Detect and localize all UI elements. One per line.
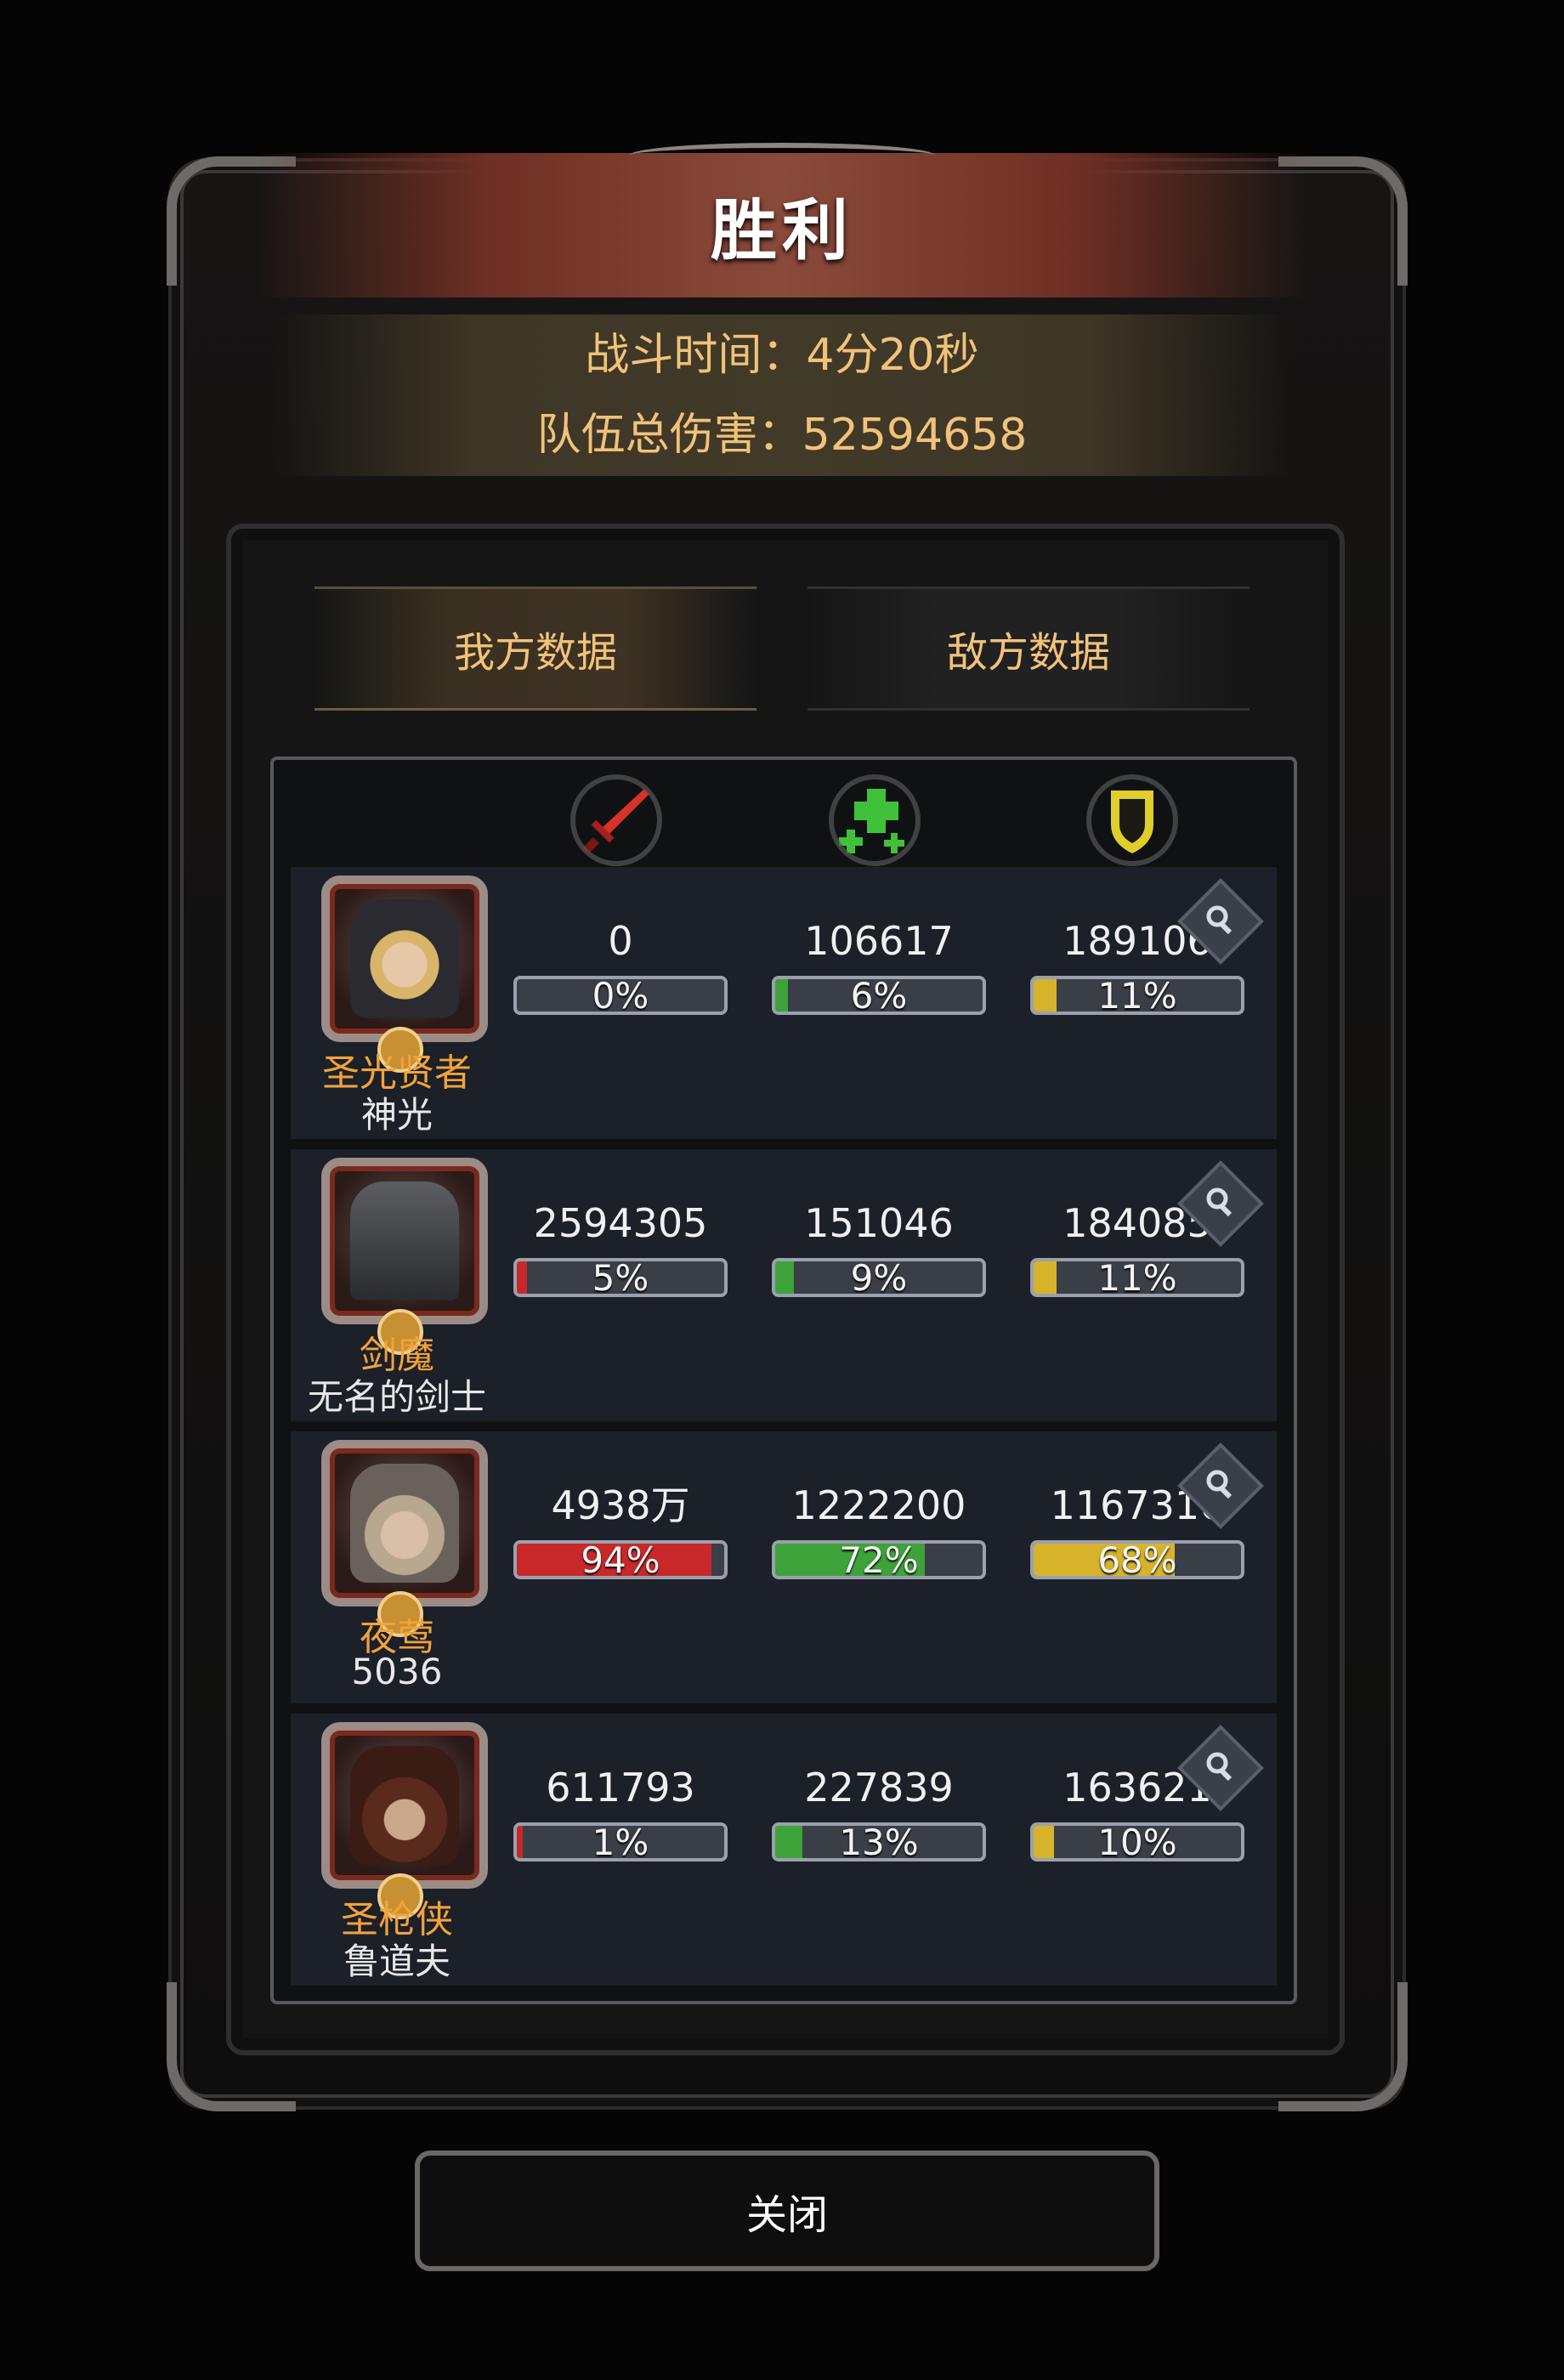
battle-time: 战斗时间：4分20秒	[585, 330, 979, 381]
tank-percent: 11%	[1097, 1258, 1177, 1297]
damage-stat: 611793 1%	[513, 1761, 728, 1862]
heal-value: 1222200	[791, 1482, 966, 1528]
heal-percent: 72%	[839, 1540, 919, 1579]
damage-percent: 1%	[592, 1822, 649, 1862]
heal-bar: 72%	[772, 1540, 986, 1579]
tank-bar: 68%	[1030, 1540, 1244, 1579]
tank-bar: 11%	[1030, 1258, 1244, 1297]
heal-value: 227839	[804, 1765, 954, 1810]
heal-stat: 151046 9%	[772, 1197, 986, 1297]
damage-value: 2594305	[533, 1200, 708, 1246]
magnifier-icon	[1204, 1749, 1238, 1787]
heal-bar: 9%	[772, 1258, 986, 1297]
heal-stat: 227839 13%	[772, 1761, 986, 1862]
damage-bar: 5%	[513, 1258, 728, 1297]
tab-our-data[interactable]: 我方数据	[314, 586, 756, 711]
tank-bar: 10%	[1030, 1822, 1244, 1862]
hero-name: 神光	[360, 1094, 433, 1136]
tank-percent: 10%	[1097, 1822, 1177, 1862]
heal-percent: 6%	[850, 976, 908, 1015]
magnifier-icon	[1204, 1185, 1238, 1222]
damage-column-header	[570, 774, 663, 867]
damage-value: 0	[608, 918, 633, 964]
tank-percent: 68%	[1097, 1540, 1177, 1579]
damage-value: 4938万	[551, 1482, 690, 1528]
team-total-damage: 队伍总伤害：52594658	[536, 410, 1028, 461]
hero-name: 无名的剑士	[307, 1376, 486, 1418]
hero-row: 夜莺 5036 4938万 94% 1222200 72% 1167316 68…	[291, 1431, 1277, 1703]
hero-name: 5036	[351, 1651, 443, 1692]
heal-bar: 6%	[772, 976, 986, 1015]
title-ornament	[629, 143, 935, 168]
damage-percent: 94%	[581, 1540, 660, 1579]
heal-stat: 106617 6%	[772, 915, 986, 1015]
tank-percent: 11%	[1097, 976, 1177, 1015]
hero-row: 剑魔 无名的剑士 2594305 5% 151046 9% 184085 11%	[291, 1149, 1277, 1421]
hero-portrait[interactable]	[321, 1722, 488, 1889]
tab-enemy-data[interactable]: 敌方数据	[808, 586, 1250, 711]
battle-summary: 战斗时间：4分20秒 队伍总伤害：52594658	[272, 314, 1292, 476]
heal-value: 151046	[804, 1200, 954, 1246]
damage-stat: 0 0%	[513, 915, 728, 1015]
hero-portrait[interactable]	[321, 1440, 488, 1606]
damage-percent: 5%	[592, 1258, 649, 1297]
heal-column-header	[828, 774, 921, 867]
title-banner: 胜利	[255, 153, 1309, 298]
heal-percent: 13%	[839, 1822, 919, 1862]
tank-column-header	[1085, 774, 1179, 867]
heal-bar: 13%	[772, 1822, 986, 1862]
hero-stats-table: 圣光贤者 神光 0 0% 106617 6% 189106 11% 剑魔 无名的…	[270, 756, 1297, 2004]
damage-bar: 0%	[513, 976, 728, 1015]
damage-stat: 2594305 5%	[513, 1197, 728, 1297]
hero-name: 鲁道夫	[343, 1941, 450, 1982]
hero-row: 圣枪侠 鲁道夫 611793 1% 227839 13% 163621 10%	[291, 1714, 1277, 1986]
damage-bar: 1%	[513, 1822, 728, 1862]
heal-stat: 1222200 72%	[772, 1479, 986, 1579]
hero-portrait[interactable]	[321, 1158, 488, 1324]
damage-stat: 4938万 94%	[513, 1479, 728, 1579]
magnifier-icon	[1204, 1467, 1238, 1504]
damage-value: 611793	[546, 1765, 695, 1810]
heal-percent: 9%	[850, 1258, 908, 1297]
victory-title: 胜利	[710, 193, 853, 269]
damage-bar: 94%	[513, 1540, 728, 1579]
close-button[interactable]: 关闭	[415, 2150, 1159, 2271]
tank-bar: 11%	[1030, 976, 1244, 1015]
hero-portrait[interactable]	[321, 876, 488, 1042]
damage-percent: 0%	[592, 976, 649, 1015]
magnifier-icon	[1204, 903, 1238, 940]
heal-value: 106617	[804, 918, 954, 964]
data-tabs: 我方数据 敌方数据	[314, 586, 1250, 714]
hero-row: 圣光贤者 神光 0 0% 106617 6% 189106 11%	[291, 867, 1277, 1139]
